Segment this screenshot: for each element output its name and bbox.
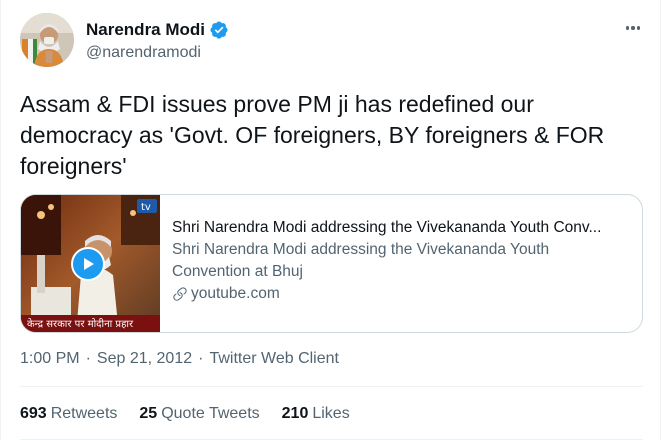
quote-tweets-count: 25 xyxy=(139,405,158,422)
divider xyxy=(20,386,643,387)
tweet-date[interactable]: Sep 21, 2012 xyxy=(97,350,192,368)
tweet-meta: 1:00 PM · Sep 21, 2012 · Twitter Web Cli… xyxy=(20,350,339,368)
tweet-text: Assam & FDI issues prove PM ji has redef… xyxy=(20,91,611,179)
engagement-stats: 693 Retweets 25 Quote Tweets 210 Likes xyxy=(20,405,372,423)
verified-badge-icon xyxy=(209,20,229,40)
link-card-body[interactable]: Shri Narendra Modi addressing the Viveka… xyxy=(172,217,632,305)
link-preview-card[interactable]: tv केन्द्र सरकार पर मोदीना प्रहार Shri N… xyxy=(20,194,643,333)
avatar[interactable] xyxy=(20,13,74,67)
link-card-description: Shri Narendra Modi addressing the Viveka… xyxy=(172,241,550,280)
profile-photo-icon xyxy=(20,13,74,67)
likes-count: 210 xyxy=(281,405,309,422)
retweets-label: Retweets xyxy=(50,405,118,422)
author-name-row[interactable]: Narendra Modi xyxy=(86,20,229,40)
link-card-title: Shri Narendra Modi addressing the Viveka… xyxy=(172,219,602,236)
thumbnail-caption: केन्द्र सरकार पर मोदीना प्रहार xyxy=(21,315,160,332)
more-options-button[interactable] xyxy=(620,18,646,38)
play-icon xyxy=(84,258,94,270)
meta-separator: · xyxy=(85,350,91,367)
retweets-stat[interactable]: 693 Retweets xyxy=(20,405,117,423)
quote-tweets-label: Quote Tweets xyxy=(161,405,260,422)
play-button[interactable] xyxy=(71,247,105,281)
likes-label: Likes xyxy=(312,405,350,422)
more-dot xyxy=(636,26,641,30)
more-dot xyxy=(631,26,635,30)
meta-separator: · xyxy=(198,350,204,367)
display-name[interactable]: Narendra Modi xyxy=(86,20,205,40)
quote-tweets-stat[interactable]: 25 Quote Tweets xyxy=(139,405,259,423)
thumbnail-badge: tv xyxy=(141,202,151,213)
link-icon xyxy=(172,286,188,302)
video-thumbnail[interactable]: tv केन्द्र सरकार पर मोदीना प्रहार xyxy=(21,195,160,332)
tweet-time[interactable]: 1:00 PM xyxy=(20,350,80,368)
tweet-source[interactable]: Twitter Web Client xyxy=(209,350,339,368)
more-dot xyxy=(625,26,630,30)
retweets-count: 693 xyxy=(20,405,47,422)
link-card-domain[interactable]: youtube.com xyxy=(191,283,280,305)
link-card-domain-row: youtube.com xyxy=(172,283,632,305)
author-handle[interactable]: @narendramodi xyxy=(86,44,201,62)
likes-stat[interactable]: 210 Likes xyxy=(282,405,350,423)
